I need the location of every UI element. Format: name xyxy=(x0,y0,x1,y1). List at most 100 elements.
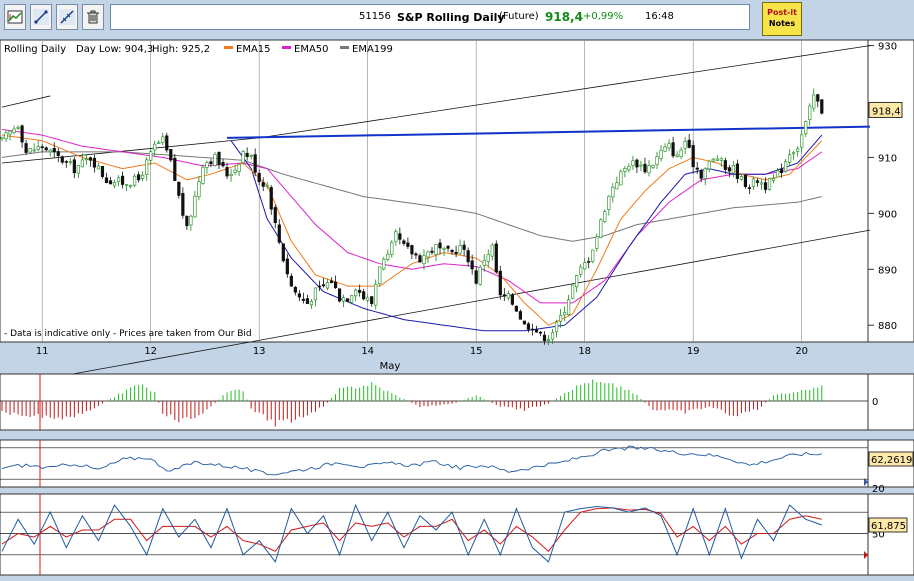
candle-body xyxy=(812,94,816,109)
instrument-type: (Future) xyxy=(499,11,539,22)
candle-body xyxy=(454,251,458,255)
candle-body xyxy=(229,173,233,177)
candle-body xyxy=(341,297,346,302)
candle-body xyxy=(241,151,245,163)
candle-body xyxy=(707,160,711,170)
ruler-icon[interactable] xyxy=(56,4,78,30)
candle-body xyxy=(201,166,205,184)
candle-body xyxy=(591,249,595,262)
day-high-label: High: 925,2 xyxy=(152,44,210,55)
trash-icon-glyph xyxy=(87,10,99,24)
candle-body xyxy=(173,157,177,181)
candle-body xyxy=(269,187,273,210)
candle-body xyxy=(820,99,824,114)
candle-body xyxy=(558,314,563,322)
candle-body xyxy=(257,173,261,183)
chart-title: Rolling Daily xyxy=(4,44,66,55)
candle-body xyxy=(402,240,406,244)
candle-body xyxy=(293,286,297,293)
candle-body xyxy=(213,154,217,166)
candle-body xyxy=(149,151,153,161)
candle-body xyxy=(506,293,510,299)
candle-body xyxy=(137,174,141,181)
candle-body xyxy=(169,148,173,161)
candle-body xyxy=(124,184,129,186)
candle-body xyxy=(305,298,310,304)
candle-body xyxy=(133,175,137,186)
candle-body xyxy=(546,339,551,341)
candle-body xyxy=(317,285,322,288)
candle-body xyxy=(108,180,113,185)
candle-body xyxy=(522,320,527,325)
candle-body xyxy=(763,182,768,190)
legend-label: EMA50 xyxy=(294,44,329,55)
candle-body xyxy=(800,134,804,148)
candle-body xyxy=(32,149,36,152)
candle-body xyxy=(129,185,133,187)
candle-body xyxy=(378,266,382,284)
candle-body xyxy=(20,125,24,143)
candle-body xyxy=(157,142,161,145)
candle-body xyxy=(56,151,60,156)
candle-body xyxy=(285,258,289,275)
candle-body xyxy=(370,296,374,304)
price-axis-panel xyxy=(867,39,914,343)
candle-body xyxy=(309,301,314,306)
candle-body xyxy=(595,236,599,249)
candle-body xyxy=(727,167,731,172)
disclaimer-text: - Data is indicative only - Prices are t… xyxy=(4,329,252,339)
trash-icon[interactable] xyxy=(82,4,104,30)
y-tick-label: 900 xyxy=(878,209,897,220)
candle-body xyxy=(313,287,318,301)
candle-body xyxy=(261,182,265,187)
candle-body xyxy=(92,157,97,168)
candle-body xyxy=(655,156,659,165)
candle-body xyxy=(611,186,615,198)
candle-body xyxy=(333,281,338,288)
candle-body xyxy=(450,249,454,253)
candle-body xyxy=(386,253,390,260)
candle-body xyxy=(249,154,253,157)
candle-body xyxy=(514,305,518,312)
candle-body xyxy=(647,165,651,174)
candle-body xyxy=(382,258,386,270)
price-panel xyxy=(0,39,869,343)
x-tick-label: 20 xyxy=(795,346,808,357)
chart-icon[interactable] xyxy=(4,4,26,30)
candle-body xyxy=(651,165,655,168)
candle-body xyxy=(775,170,780,178)
candle-body xyxy=(482,259,486,266)
candle-body xyxy=(84,158,88,161)
candle-body xyxy=(193,195,197,218)
candle-body xyxy=(550,332,555,340)
candle-body xyxy=(253,154,257,173)
candle-body xyxy=(112,182,117,187)
candle-body xyxy=(36,146,40,150)
candle-body xyxy=(671,142,675,157)
candle-body xyxy=(40,146,44,149)
candle-body xyxy=(12,128,16,133)
candle-body xyxy=(48,149,52,153)
legend-swatch xyxy=(224,46,233,49)
candle-body xyxy=(466,250,470,263)
candle-body xyxy=(615,182,619,190)
chart-icon-glyph xyxy=(7,10,23,24)
candle-body xyxy=(394,231,398,242)
candle-body xyxy=(739,176,744,180)
y-tick-label: 910 xyxy=(878,153,897,164)
candle-body xyxy=(358,289,362,293)
candle-body xyxy=(245,152,249,157)
draw-line-icon[interactable] xyxy=(30,4,52,30)
candle-body xyxy=(273,207,277,224)
candle-body xyxy=(366,297,370,301)
candle-body xyxy=(719,158,723,161)
postit-notes-button[interactable]: Post-it Notes xyxy=(762,2,802,36)
candle-body xyxy=(422,255,426,264)
candle-body xyxy=(486,254,490,262)
candle-body xyxy=(16,127,20,129)
candle-body xyxy=(462,244,466,250)
candle-body xyxy=(153,143,157,151)
chart-canvas: 11 12 13 14 15 18 19 20 May 930 910 900 890 880 Rollin… xyxy=(0,39,914,576)
candle-body xyxy=(301,298,305,301)
macd-zero-label: 0 xyxy=(872,397,878,408)
